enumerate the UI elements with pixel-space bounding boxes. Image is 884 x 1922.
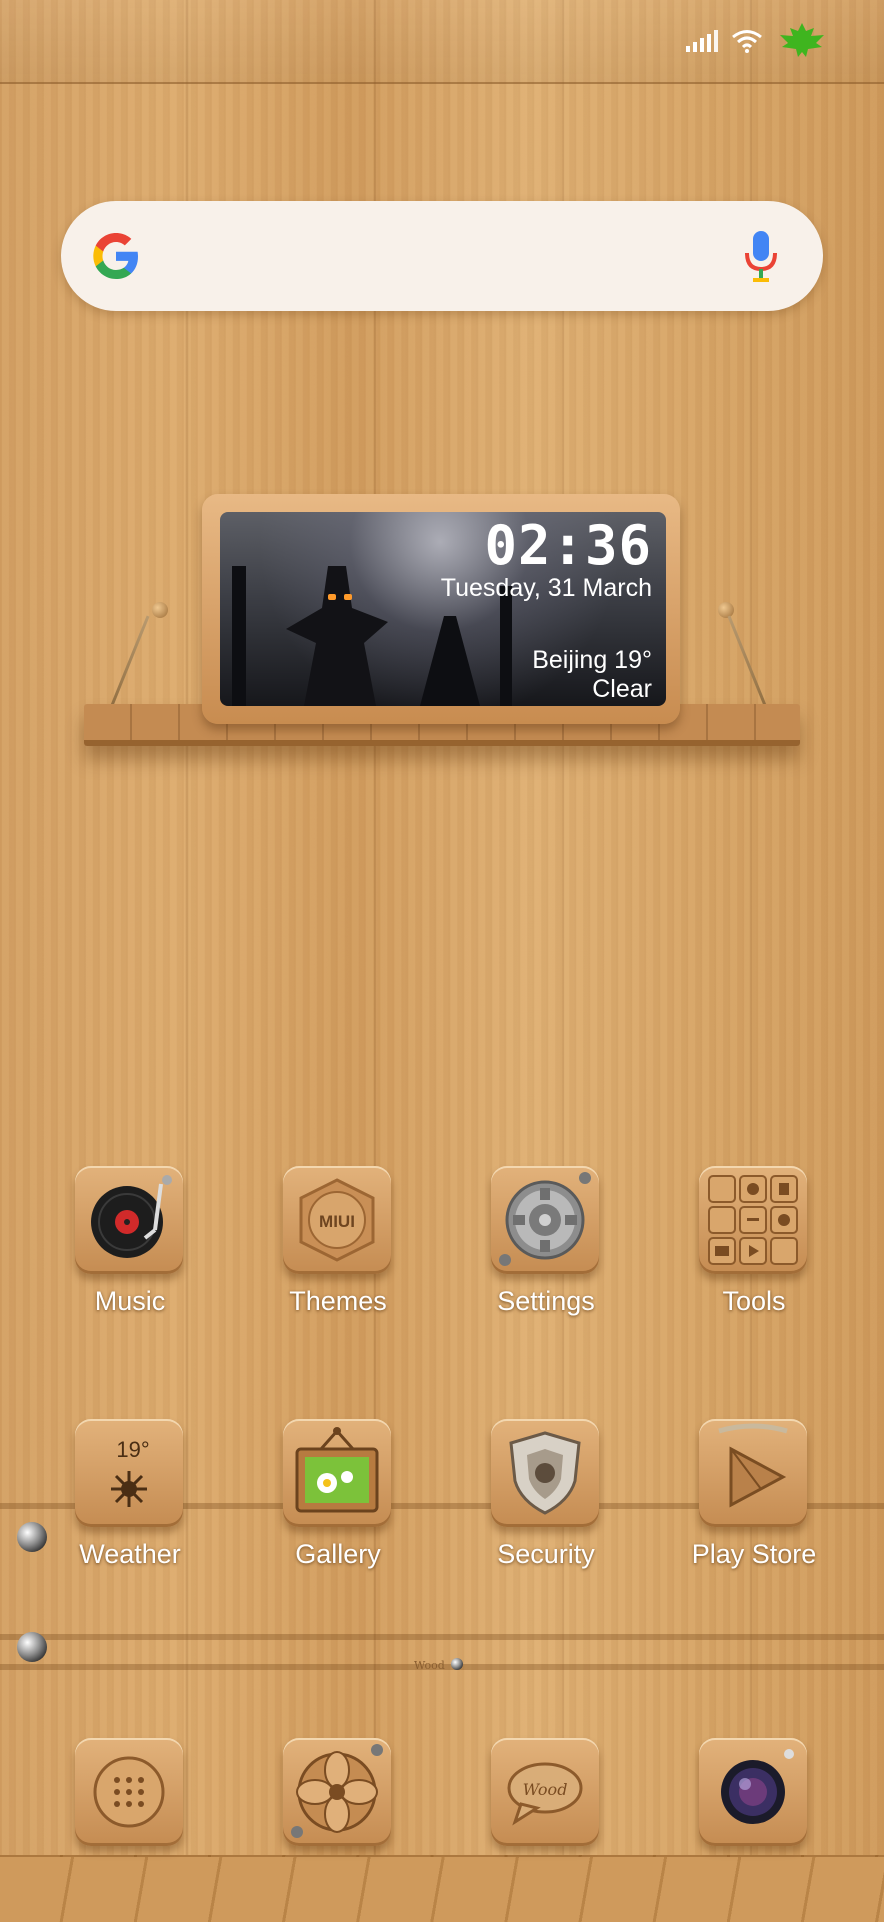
dock-phone[interactable] [45,1738,215,1918]
app-label: Settings [497,1286,595,1316]
wood-watermark: Wood [414,1659,445,1672]
app-play-store[interactable]: Play Store [669,1419,839,1599]
app-label: Weather [79,1539,181,1569]
camera-lens-icon [721,1749,794,1824]
miui-badge-icon: MIUI [299,1178,375,1262]
app-music[interactable]: Music [45,1166,215,1346]
picture-frame-icon [295,1427,379,1513]
pumpkin-eye [328,594,336,600]
gear-icon [499,1172,591,1266]
sun-icon: 19° [111,1437,150,1507]
google-g-icon [93,233,138,279]
halloween-scene: 02:36 Tuesday, 31 March Beijing 19° Clea… [220,512,666,706]
tree [232,566,246,706]
app-settings[interactable]: Settings [461,1166,631,1346]
clock-weather-widget[interactable]: 02:36 Tuesday, 31 March Beijing 19° Clea… [80,494,804,774]
settings-tile [491,1166,599,1274]
app-label: Security [497,1539,595,1569]
play-icon [718,1423,788,1508]
app-label: Music [94,1286,166,1316]
message-bubble-icon: Wood [507,1762,583,1826]
message-wood-text: Wood [523,1780,568,1799]
screw-bolt [17,1522,47,1552]
music-tile [75,1166,183,1274]
gallery-tile [283,1419,391,1527]
scarecrow-silhouette [286,566,388,706]
miui-text: MIUI [319,1212,355,1231]
app-label: Play Store [691,1539,817,1569]
signal-icon [686,30,718,52]
weather-tile-temp: 19° [116,1437,149,1462]
themes-tile: MIUI [283,1166,391,1274]
app-weather[interactable]: 19° Weather [45,1419,215,1599]
leaf-battery-icon [780,23,824,57]
tree [420,616,480,706]
fan-tile [283,1738,391,1846]
play-store-tile [699,1419,807,1527]
peg [718,602,734,618]
tools-folder-icon [708,1175,798,1265]
status-icons [686,23,828,58]
app-tools[interactable]: Tools [669,1166,839,1346]
dock-fan[interactable] [253,1738,423,1918]
weather-tile: 19° [75,1419,183,1527]
fan-icon [291,1744,383,1838]
shelf-rail [0,1634,884,1640]
app-label: Themes [289,1286,387,1316]
wifi-icon [732,30,762,53]
dock-messaging[interactable]: Wood [461,1738,631,1918]
app-security[interactable]: Security [461,1419,631,1599]
tree [500,586,512,706]
mic-icon[interactable] [743,231,779,283]
dock: Wood [0,1730,884,1920]
app-label: Gallery [295,1539,381,1569]
status-bar [0,0,884,84]
tools-tile [699,1166,807,1274]
peg [152,602,168,618]
security-tile [491,1419,599,1527]
camera-tile [699,1738,807,1846]
app-themes[interactable]: MIUI Themes [253,1166,423,1346]
widget-frame: 02:36 Tuesday, 31 March Beijing 19° Clea… [202,494,680,724]
turntable-icon [91,1175,172,1258]
messaging-tile: Wood [491,1738,599,1846]
screw-bolt [17,1632,47,1662]
weather-condition: Clear [592,675,652,703]
phone-tile [75,1738,183,1846]
dock-camera[interactable] [669,1738,839,1918]
app-label: Tools [722,1286,786,1316]
clock-date: Tuesday, 31 March [440,574,652,602]
weather-city-temp: Beijing 19° [532,646,652,674]
shield-icon [509,1431,581,1515]
phone-dial-icon [93,1756,165,1828]
clock-time: 02:36 [484,514,652,577]
app-gallery[interactable]: Gallery [253,1419,423,1599]
screw-bolt [451,1658,463,1670]
google-search-bar[interactable] [61,201,823,311]
pumpkin-eye [344,594,352,600]
